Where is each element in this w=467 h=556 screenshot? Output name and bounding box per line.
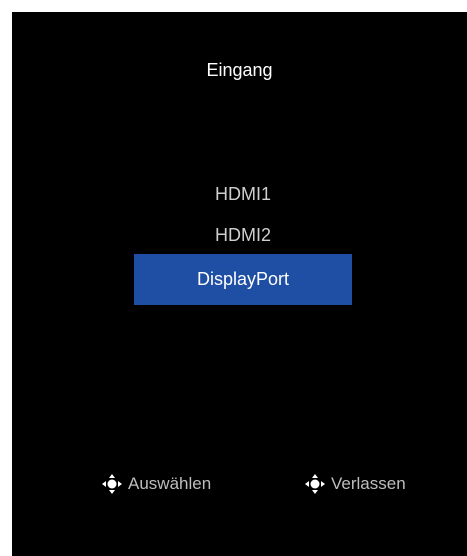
select-hint: Auswählen — [101, 473, 211, 495]
input-option-hdmi2[interactable]: HDMI2 — [134, 213, 352, 257]
input-source-list: HDMI1 HDMI2 DisplayPort — [134, 172, 352, 305]
menu-title: Eingang — [206, 60, 273, 80]
joystick-nav-icon — [305, 474, 325, 494]
select-hint-label: Auswählen — [128, 474, 212, 493]
osd-menu-panel: Eingang HDMI1 HDMI2 DisplayPort Auswähle… — [12, 12, 467, 556]
input-option-displayport[interactable]: DisplayPort — [134, 254, 352, 305]
exit-hint: Verlassen — [304, 473, 406, 495]
input-option-hdmi1[interactable]: HDMI1 — [134, 172, 352, 216]
joystick-nav-icon — [102, 474, 122, 494]
exit-hint-label: Verlassen — [331, 474, 406, 493]
